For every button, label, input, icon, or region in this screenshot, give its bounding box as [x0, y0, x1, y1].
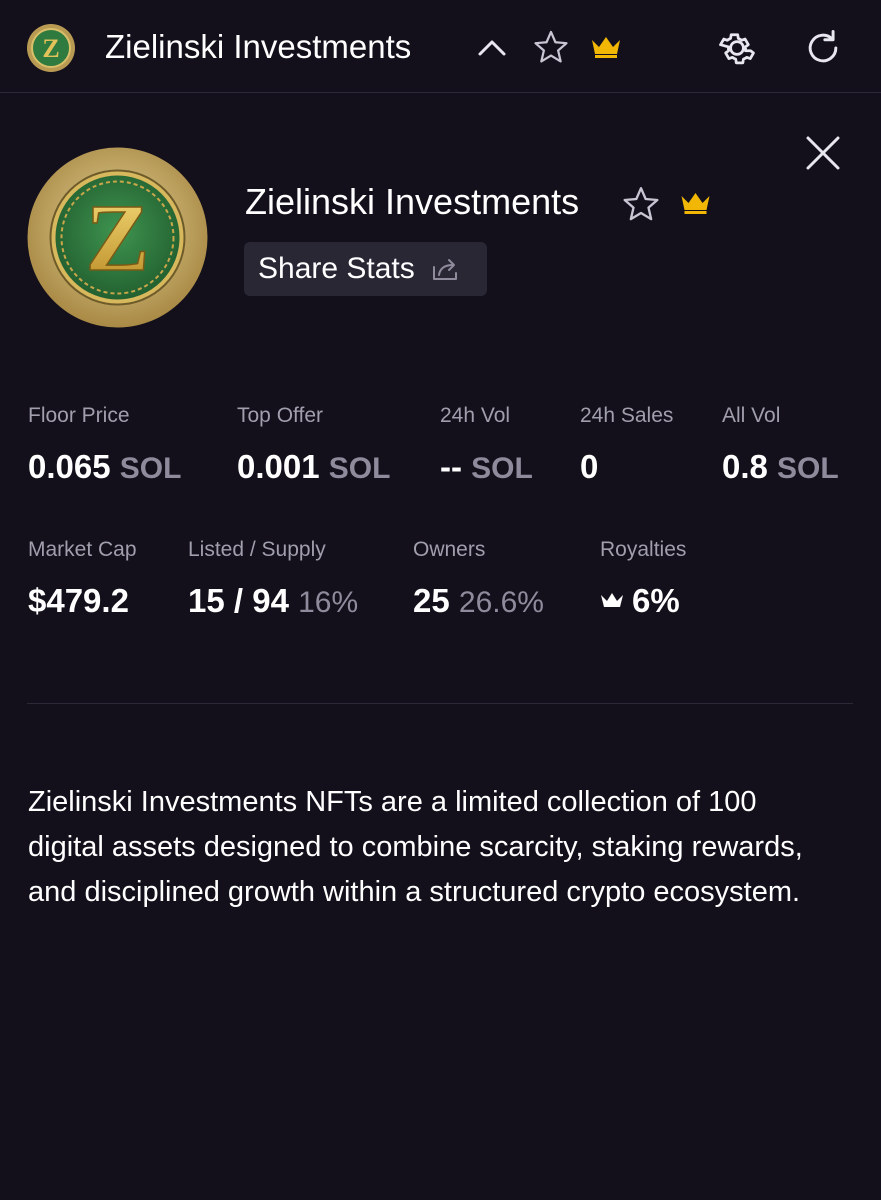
share-stats-button[interactable]: Share Stats — [244, 242, 487, 296]
stat-value: $479.2 — [28, 582, 129, 619]
stat-label: Top Offer — [237, 404, 323, 427]
stat-label: Floor Price — [28, 404, 130, 427]
gear-icon[interactable] — [715, 26, 759, 70]
favorite-star-icon[interactable] — [621, 184, 661, 224]
stat-value: 0 — [580, 448, 599, 485]
stat-label: Listed / Supply — [188, 538, 326, 561]
stat-value: 0.8 SOL — [722, 448, 839, 485]
collection-logo-icon[interactable]: Z — [26, 23, 76, 73]
stat-top-offer: Top Offer 0.001 SOL — [237, 404, 390, 486]
collection-description: Zielinski Investments NFTs are a limited… — [28, 786, 803, 908]
stat-royalties: Royalties 6% — [600, 538, 686, 620]
header-title[interactable]: Zielinski Investments — [105, 28, 411, 66]
stat-value: 0.001 SOL — [237, 448, 391, 485]
stat-24h-sales: 24h Sales 0 — [580, 404, 673, 486]
share-stats-label: Share Stats — [258, 252, 415, 285]
stat-value: 25 26.6% — [413, 582, 544, 619]
stat-owners: Owners 25 26.6% — [413, 538, 544, 620]
svg-text:Z: Z — [42, 34, 59, 63]
section-divider — [27, 703, 853, 704]
stat-value: -- SOL — [440, 448, 533, 485]
stat-all-vol: All Vol 0.8 SOL — [722, 404, 839, 486]
top-bar: Z Zielinski Investments — [0, 0, 881, 93]
share-icon — [432, 259, 457, 280]
refresh-icon[interactable] — [801, 26, 845, 70]
stat-market-cap: Market Cap $479.2 — [28, 538, 137, 620]
svg-text:Z: Z — [85, 184, 149, 291]
stat-floor-price: Floor Price 0.065 SOL — [28, 404, 181, 486]
star-outline-icon[interactable] — [532, 28, 570, 66]
collection-avatar: Z — [27, 147, 208, 328]
stat-value: 6% — [600, 582, 686, 620]
stat-listed-supply: Listed / Supply 15 / 94 16% — [188, 538, 358, 620]
stat-label: Royalties — [600, 538, 687, 561]
collection-name: Zielinski Investments — [245, 181, 580, 222]
stat-label: 24h Sales — [580, 404, 674, 427]
stat-24h-vol: 24h Vol -- SOL — [440, 404, 533, 486]
chevron-up-icon[interactable] — [476, 33, 508, 61]
stat-label: Owners — [413, 538, 486, 561]
stat-label: Market Cap — [28, 538, 137, 561]
royalty-crown-icon — [601, 593, 623, 607]
stat-label: All Vol — [722, 404, 781, 427]
stat-value: 0.065 SOL — [28, 448, 182, 485]
stat-value: 15 / 94 16% — [188, 582, 359, 619]
stat-label: 24h Vol — [440, 404, 511, 427]
crown-icon — [592, 37, 620, 58]
close-icon[interactable] — [801, 131, 845, 175]
crown-icon — [681, 193, 710, 214]
